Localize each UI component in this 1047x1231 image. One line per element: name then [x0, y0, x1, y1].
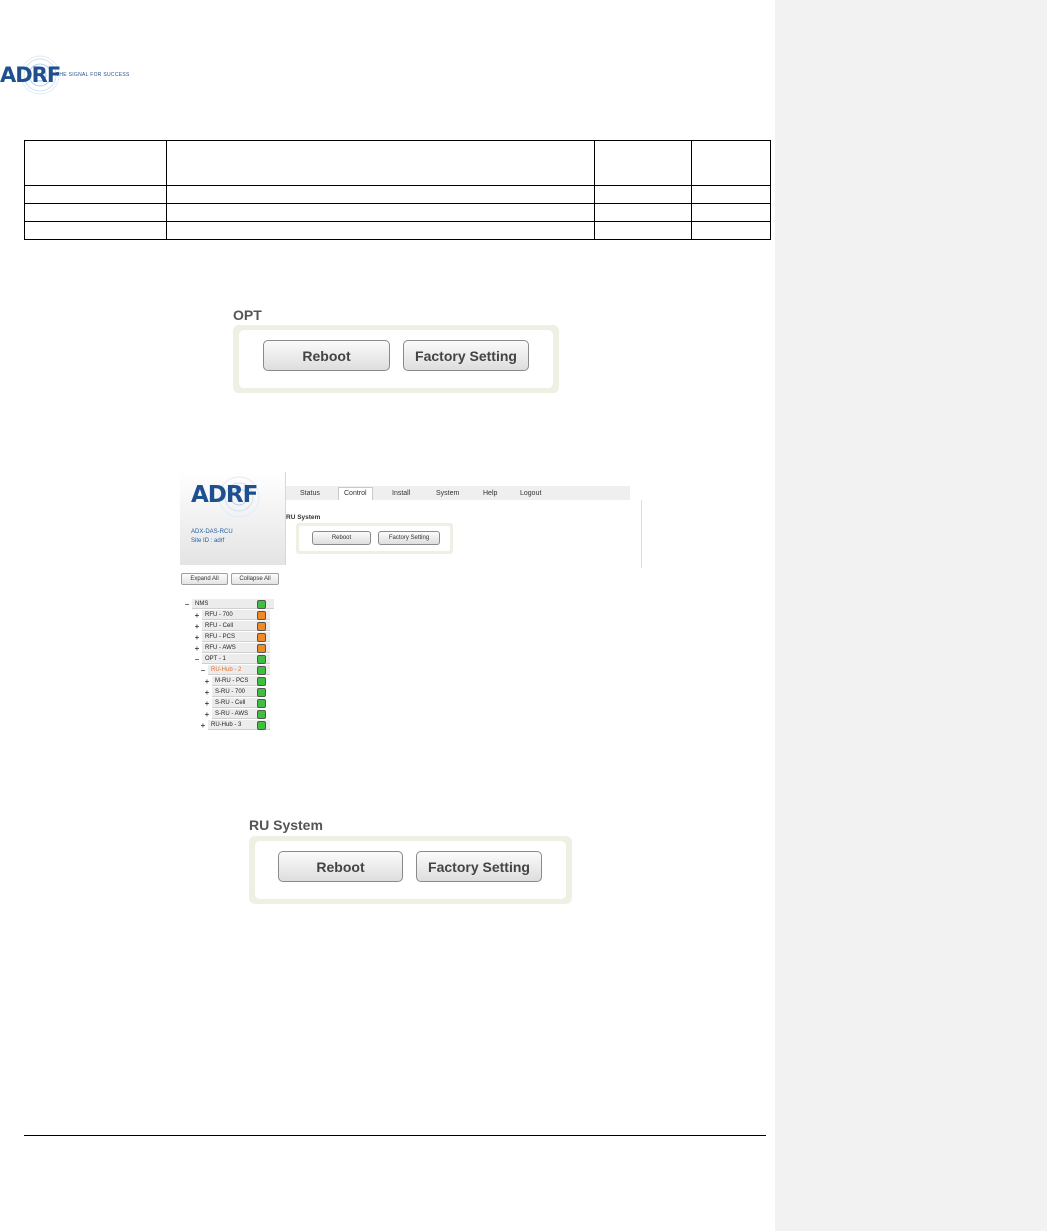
expand-toggle-icon[interactable]: +: [204, 676, 210, 687]
webui-reboot-button[interactable]: Reboot: [312, 531, 371, 545]
opt-reboot-button[interactable]: Reboot: [263, 340, 390, 371]
status-led-icon: [257, 611, 266, 620]
ru-system-panel: Reboot Factory Setting: [249, 836, 572, 904]
tab-control[interactable]: Control: [338, 487, 373, 500]
table-cell: [24, 203, 167, 222]
webui-factory-setting-button[interactable]: Factory Setting: [378, 531, 440, 545]
expand-all-button[interactable]: Expand All: [181, 573, 228, 585]
collapse-toggle-icon[interactable]: −: [200, 665, 206, 676]
table-cell: [166, 203, 595, 222]
expand-toggle-icon[interactable]: +: [204, 709, 210, 720]
status-led-icon: [257, 622, 266, 631]
tab-help[interactable]: Help: [483, 490, 497, 497]
webui-panel-title: RU System: [286, 514, 321, 521]
webui-logo-mark: ADRF: [191, 482, 258, 508]
expand-toggle-icon[interactable]: +: [194, 610, 200, 621]
tree-item-label[interactable]: M-RU - PCS: [212, 676, 260, 686]
logo-tagline: THE SIGNAL FOR SUCCESS: [56, 72, 130, 78]
opt-panel: Reboot Factory Setting: [233, 325, 559, 393]
webui-ru-system-panel: Reboot Factory Setting: [296, 523, 453, 554]
revision-table: [24, 140, 771, 240]
tab-logout[interactable]: Logout: [520, 490, 541, 497]
ru-factory-setting-button[interactable]: Factory Setting: [416, 851, 542, 882]
status-led-icon: [257, 710, 266, 719]
status-led-icon: [257, 600, 266, 609]
table-cell: [24, 221, 167, 240]
opt-panel-title: OPT: [233, 307, 262, 323]
expand-toggle-icon[interactable]: +: [204, 687, 210, 698]
expand-toggle-icon[interactable]: +: [200, 720, 206, 731]
table-cell: [166, 140, 595, 186]
status-led-icon: [257, 688, 266, 697]
table-cell: [24, 185, 167, 204]
table-cell: [166, 185, 595, 204]
tree-item-label[interactable]: S-RU - 700: [212, 687, 260, 697]
footer-rule: [24, 1135, 766, 1136]
table-cell: [166, 221, 595, 240]
table-cell: [594, 140, 692, 186]
status-led-icon: [257, 699, 266, 708]
status-led-icon: [257, 677, 266, 686]
tab-status[interactable]: Status: [300, 490, 320, 497]
ru-panel-title: RU System: [249, 817, 323, 833]
table-cell: [24, 140, 167, 186]
collapse-toggle-icon[interactable]: −: [194, 654, 200, 665]
table-cell: [594, 221, 692, 240]
table-cell: [691, 221, 771, 240]
web-ui-screenshot: ADRF ADX-DAS-RCU Site ID : adrf Status Co…: [180, 472, 642, 737]
status-led-icon: [257, 666, 266, 675]
system-name: ADX-DAS-RCU: [191, 529, 233, 535]
table-row: [24, 221, 771, 240]
expand-toggle-icon[interactable]: +: [204, 698, 210, 709]
site-id: Site ID : adrf: [191, 538, 225, 544]
comment-pane: [775, 0, 1047, 1231]
expand-toggle-icon[interactable]: +: [194, 643, 200, 654]
expand-toggle-icon[interactable]: +: [194, 621, 200, 632]
ru-reboot-button[interactable]: Reboot: [278, 851, 403, 882]
tab-install[interactable]: Install: [392, 490, 410, 497]
table-cell: [594, 185, 692, 204]
tree-item-label[interactable]: S-RU - AWS: [212, 709, 260, 719]
table-cell: [691, 185, 771, 204]
table-row: [24, 185, 771, 204]
header-logo: ADRF THE SIGNAL FOR SUCCESS: [0, 55, 140, 97]
status-led-icon: [257, 655, 266, 664]
logo-mark: ADRF: [0, 63, 61, 87]
webui-logo-area: ADRF ADX-DAS-RCU Site ID : adrf: [180, 472, 286, 565]
table-header-row: [24, 140, 771, 186]
collapse-toggle-icon[interactable]: −: [184, 599, 190, 610]
status-led-icon: [257, 633, 266, 642]
tree-item-label[interactable]: S-RU - Cell: [212, 698, 260, 708]
status-led-icon: [257, 721, 266, 730]
status-led-icon: [257, 644, 266, 653]
opt-factory-setting-button[interactable]: Factory Setting: [403, 340, 529, 371]
collapse-all-button[interactable]: Collapse All: [231, 573, 279, 585]
table-cell: [594, 203, 692, 222]
table-cell: [691, 140, 771, 186]
tab-system[interactable]: System: [436, 490, 459, 497]
table-row: [24, 203, 771, 222]
expand-toggle-icon[interactable]: +: [194, 632, 200, 643]
table-cell: [691, 203, 771, 222]
